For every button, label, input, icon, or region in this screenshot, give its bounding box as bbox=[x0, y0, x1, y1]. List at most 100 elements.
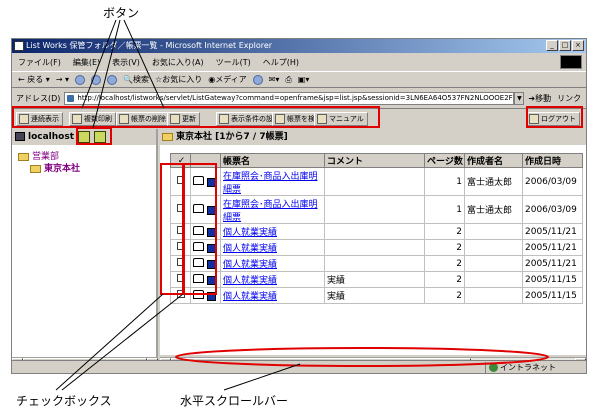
print-icon[interactable] bbox=[193, 175, 204, 185]
menu-edit[interactable]: 編集(E) bbox=[73, 57, 100, 68]
menu-tools[interactable]: ツール(T) bbox=[216, 57, 251, 68]
print-icon[interactable] bbox=[193, 257, 204, 267]
row-checkbox[interactable] bbox=[176, 242, 185, 250]
row-date: 2005/11/15 bbox=[522, 287, 583, 304]
address-dropdown-icon[interactable]: ▼ bbox=[514, 91, 525, 105]
row-author bbox=[464, 271, 523, 288]
refresh-icon bbox=[170, 114, 180, 124]
document-icon[interactable] bbox=[206, 291, 216, 301]
row-comment bbox=[324, 195, 425, 224]
row-date: 2005/11/21 bbox=[522, 223, 583, 240]
col-name[interactable]: 帳票名 bbox=[220, 153, 325, 168]
row-checkbox[interactable] bbox=[176, 290, 185, 298]
print-icon[interactable]: ⎙ bbox=[285, 75, 291, 85]
col-comment[interactable]: コメント bbox=[324, 153, 425, 168]
status-zone: イントラネット bbox=[485, 362, 556, 373]
stop-icon[interactable] bbox=[75, 74, 86, 85]
new-folder-icon[interactable] bbox=[94, 131, 106, 143]
manual-button[interactable]: マニュアル bbox=[314, 112, 368, 126]
settings-icon bbox=[219, 114, 229, 124]
row-checkbox[interactable] bbox=[176, 204, 185, 212]
row-comment: 実績 bbox=[324, 271, 425, 288]
refresh-button[interactable]: 更新 bbox=[167, 112, 200, 126]
col-pages[interactable]: ページ数 bbox=[424, 153, 465, 168]
document-icon[interactable] bbox=[206, 177, 216, 187]
row-checkbox[interactable] bbox=[176, 176, 185, 184]
print-icon[interactable] bbox=[193, 273, 204, 283]
print-icon[interactable] bbox=[193, 241, 204, 251]
table-row[interactable]: 個人就業実績 2 2005/11/21 bbox=[170, 255, 583, 272]
menu-view[interactable]: 表示(V) bbox=[112, 57, 140, 68]
media-button[interactable]: ◉メディア bbox=[208, 74, 246, 85]
print-icon[interactable] bbox=[193, 225, 204, 235]
row-checkbox[interactable] bbox=[176, 258, 185, 266]
form-link[interactable]: 個人就業実績 bbox=[223, 228, 277, 238]
go-button[interactable]: ➔移動 bbox=[528, 93, 551, 104]
delete-form-button[interactable]: 帳票の削除 bbox=[116, 112, 170, 126]
form-link[interactable]: 個人就業実績 bbox=[223, 244, 277, 254]
annotation-buttons: ボタン bbox=[103, 6, 140, 20]
row-checkbox[interactable] bbox=[176, 226, 185, 234]
tree-node-tokyo[interactable]: 東京本社 bbox=[30, 163, 80, 175]
links-button[interactable]: リンク bbox=[557, 93, 581, 104]
form-link[interactable]: 個人就業実績 bbox=[223, 276, 277, 286]
col-date[interactable]: 作成日時 bbox=[522, 153, 583, 168]
back-button[interactable]: ← 戻る ▾ bbox=[18, 74, 50, 85]
logout-button[interactable]: ログアウト bbox=[526, 112, 580, 126]
row-pages: 2 bbox=[424, 239, 465, 256]
form-link[interactable]: 個人就業実績 bbox=[223, 260, 277, 270]
row-pages: 2 bbox=[424, 271, 465, 288]
row-author bbox=[464, 287, 523, 304]
row-date: 2005/11/21 bbox=[522, 255, 583, 272]
form-link[interactable]: 在庫照会･商品入出庫明細票 bbox=[223, 200, 318, 223]
menu-help[interactable]: ヘルプ(H) bbox=[263, 57, 299, 68]
close-button[interactable]: × bbox=[572, 40, 584, 51]
row-date: 2006/03/09 bbox=[522, 195, 583, 224]
print-icon[interactable] bbox=[193, 289, 204, 299]
address-input[interactable]: http://localhost/listworks/servlet/ListG… bbox=[64, 91, 515, 105]
document-icon[interactable] bbox=[206, 243, 216, 253]
col-check[interactable]: ✓ bbox=[170, 153, 191, 168]
document-icon[interactable] bbox=[206, 259, 216, 269]
row-comment bbox=[324, 223, 425, 240]
col-author[interactable]: 作成者名 bbox=[464, 153, 523, 168]
table-row[interactable]: 在庫照会･商品入出庫明細票 1 富士通太郎 2006/03/09 bbox=[170, 167, 583, 196]
form-link[interactable]: 在庫照会･商品入出庫明細票 bbox=[223, 172, 318, 195]
table-row[interactable]: 個人就業実績 2 2005/11/21 bbox=[170, 223, 583, 240]
history-icon[interactable] bbox=[252, 74, 263, 85]
row-author bbox=[464, 223, 523, 240]
minimize-button[interactable]: _ bbox=[546, 40, 558, 51]
document-icon[interactable] bbox=[206, 275, 216, 285]
table-row[interactable]: 個人就業実績 実績 2 2005/11/15 bbox=[170, 287, 583, 304]
document-icon[interactable] bbox=[206, 227, 216, 237]
multi-print-button[interactable]: 複数印刷 bbox=[69, 112, 116, 126]
edit-icon[interactable]: ▣▾ bbox=[298, 75, 310, 84]
search-button[interactable]: 🔍検索 bbox=[123, 74, 149, 85]
delete-icon bbox=[119, 114, 129, 124]
menu-file[interactable]: ファイル(F) bbox=[18, 57, 61, 68]
windows-logo-icon bbox=[560, 55, 582, 69]
continuous-view-button[interactable]: 連続表示 bbox=[16, 112, 63, 126]
host-header: localhost bbox=[12, 129, 156, 145]
maximize-button[interactable]: □ bbox=[559, 40, 571, 51]
document-icon[interactable] bbox=[206, 205, 216, 215]
row-date: 2005/11/15 bbox=[522, 271, 583, 288]
row-author: 富士通太郎 bbox=[464, 167, 523, 196]
folder-up-icon[interactable] bbox=[78, 131, 90, 143]
table-row[interactable]: 在庫照会･商品入出庫明細票 1 富士通太郎 2006/03/09 bbox=[170, 195, 583, 224]
forward-button[interactable]: → ▾ bbox=[56, 75, 69, 84]
print-icon[interactable] bbox=[193, 203, 204, 213]
right-pane: 東京本社 [1から7 / 7帳票] ✓ 帳票名 コメント ページ数 作成者名 作… bbox=[160, 129, 586, 357]
refresh-icon[interactable] bbox=[91, 74, 102, 85]
table-row[interactable]: 個人就業実績 実績 2 2005/11/15 bbox=[170, 271, 583, 288]
mail-icon[interactable]: ✉▾ bbox=[269, 75, 280, 84]
row-author: 富士通太郎 bbox=[464, 195, 523, 224]
tree-node-sales[interactable]: 営業部 bbox=[18, 151, 80, 163]
table-row[interactable]: 個人就業実績 2 2005/11/21 bbox=[170, 239, 583, 256]
menu-favorites[interactable]: お気に入り(A) bbox=[152, 57, 204, 68]
form-link[interactable]: 個人就業実績 bbox=[223, 292, 277, 302]
row-checkbox[interactable] bbox=[176, 274, 185, 282]
favorites-button[interactable]: ☆お気に入り bbox=[155, 74, 202, 85]
home-icon[interactable] bbox=[107, 74, 118, 85]
logout-icon bbox=[529, 114, 539, 124]
